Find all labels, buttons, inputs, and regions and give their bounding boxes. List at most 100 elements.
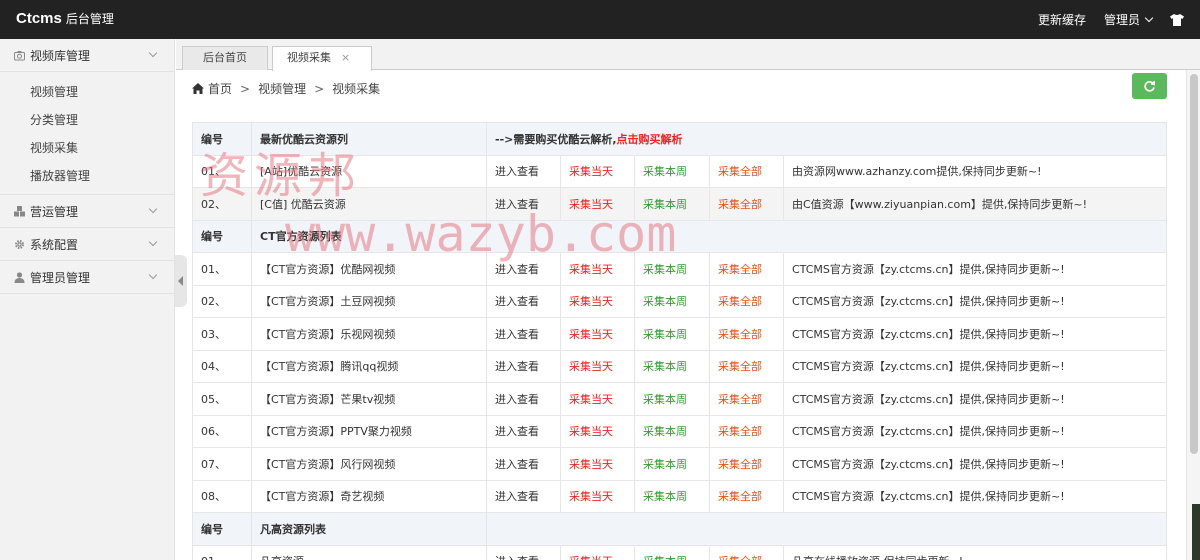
sidebar-section-video-library[interactable]: 视频库管理 xyxy=(0,39,174,72)
chevron-down-icon xyxy=(148,270,158,280)
collect-week-link[interactable]: 采集本周 xyxy=(634,382,710,416)
table-group-header: 编号 凡高资源列表 xyxy=(192,512,1167,546)
collect-all-link[interactable]: 采集全部 xyxy=(709,154,784,188)
theme-shirt-icon[interactable] xyxy=(1170,13,1184,26)
sidebar-collapse-toggle[interactable] xyxy=(175,255,187,307)
sidebar-section-label: 管理员管理 xyxy=(30,270,91,285)
collect-today-link[interactable]: 采集当天 xyxy=(560,479,635,513)
collect-today-link[interactable]: 采集当天 xyxy=(560,317,635,351)
collect-week-link[interactable]: 采集本周 xyxy=(634,252,710,286)
sidebar-section-system-config[interactable]: 系统配置 xyxy=(0,228,174,261)
collect-all-link[interactable]: 采集全部 xyxy=(709,382,784,416)
view-link[interactable]: 进入查看 xyxy=(486,414,561,448)
source-name: 【CT官方资源】风行网视频 xyxy=(251,447,487,481)
sidebar-item-video-manage[interactable]: 视频管理 xyxy=(0,78,174,106)
row-id: 01、 xyxy=(192,252,252,286)
status-indicator xyxy=(1192,504,1200,560)
scrollbar-thumb[interactable] xyxy=(1190,74,1198,454)
collect-today-link[interactable]: 采集当天 xyxy=(560,349,635,383)
view-link[interactable]: 进入查看 xyxy=(486,252,561,286)
collect-all-link[interactable]: 采集全部 xyxy=(709,252,784,286)
breadcrumb-video-manage[interactable]: 视频管理 xyxy=(258,80,306,97)
collect-today-link[interactable]: 采集当天 xyxy=(560,252,635,286)
view-link[interactable]: 进入查看 xyxy=(486,382,561,416)
row-id: 04、 xyxy=(192,349,252,383)
collect-week-link[interactable]: 采集本周 xyxy=(634,544,710,560)
tab-video-collect[interactable]: 视频采集 × xyxy=(272,46,372,71)
tab-label: 视频采集 xyxy=(287,51,331,64)
collect-all-link[interactable]: 采集全部 xyxy=(709,349,784,383)
sidebar-item-player-manage[interactable]: 播放器管理 xyxy=(0,162,174,190)
view-link[interactable]: 进入查看 xyxy=(486,317,561,351)
app-logo[interactable]: Ctcms 后台管理 xyxy=(16,10,114,27)
column-header-id: 编号 xyxy=(192,512,252,546)
collect-week-link[interactable]: 采集本周 xyxy=(634,447,710,481)
refresh-cache-link[interactable]: 更新缓存 xyxy=(1038,11,1086,28)
source-name: [C值] 优酷云资源 xyxy=(251,187,487,221)
collect-all-link[interactable]: 采集全部 xyxy=(709,544,784,560)
collect-today-link[interactable]: 采集当天 xyxy=(560,414,635,448)
row-id: 01、 xyxy=(192,544,252,560)
collect-week-link[interactable]: 采集本周 xyxy=(634,317,710,351)
collect-today-link[interactable]: 采集当天 xyxy=(560,544,635,560)
sidebar-item-category-manage[interactable]: 分类管理 xyxy=(0,106,174,134)
table-row: 01、凡高资源进入查看采集当天采集本周采集全部凡高在线播放资源,保持同步更新~! xyxy=(192,544,1167,560)
collect-source-table: 编号 最新优酷云资源列 -->需要购买优酷云解析,点击购买解析 01、 [A站]优酷云资… xyxy=(192,122,1167,560)
view-link[interactable]: 进入查看 xyxy=(486,187,561,221)
collect-all-link[interactable]: 采集全部 xyxy=(709,187,784,221)
collect-all-link[interactable]: 采集全部 xyxy=(709,414,784,448)
collect-week-link[interactable]: 采集本周 xyxy=(634,349,710,383)
group-title: CT官方资源列表 xyxy=(251,219,487,253)
tab-dashboard[interactable]: 后台首页 xyxy=(182,46,268,70)
collect-all-link[interactable]: 采集全部 xyxy=(709,447,784,481)
source-description: CTCMS官方资源【zy.ctcms.cn】提供,保持同步更新~! xyxy=(783,252,1167,286)
group-note xyxy=(486,219,1167,253)
collect-all-link[interactable]: 采集全部 xyxy=(709,317,784,351)
refresh-button[interactable] xyxy=(1132,73,1167,99)
collect-week-link[interactable]: 采集本周 xyxy=(634,284,710,318)
collect-today-link[interactable]: 采集当天 xyxy=(560,154,635,188)
admin-menu[interactable]: 管理员 xyxy=(1104,11,1154,28)
collect-today-link[interactable]: 采集当天 xyxy=(560,284,635,318)
view-link[interactable]: 进入查看 xyxy=(486,284,561,318)
sidebar-section-label: 系统配置 xyxy=(30,237,79,252)
collect-week-link[interactable]: 采集本周 xyxy=(634,414,710,448)
sidebar-section-operations[interactable]: 营运管理 xyxy=(0,195,174,228)
app-logo-subtitle: 后台管理 xyxy=(65,12,114,26)
row-id: 03、 xyxy=(192,317,252,351)
row-id: 02、 xyxy=(192,284,252,318)
collect-all-link[interactable]: 采集全部 xyxy=(709,284,784,318)
column-header-id: 编号 xyxy=(192,219,252,253)
sidebar-item-video-collect[interactable]: 视频采集 xyxy=(0,134,174,162)
close-icon[interactable]: × xyxy=(341,51,350,64)
source-name: 【CT官方资源】奇艺视频 xyxy=(251,479,487,513)
breadcrumb: 首页 > 视频管理 > 视频采集 xyxy=(192,80,380,97)
table-row: 05、 【CT官方资源】芒果tv视频 进入查看 采集当天 采集本周 采集全部 CTCMS官方… xyxy=(192,382,1167,416)
buy-parse-link[interactable]: 点击购买解析 xyxy=(617,133,683,146)
source-name: [A站]优酷云资源 xyxy=(251,154,487,188)
view-link[interactable]: 进入查看 xyxy=(486,154,561,188)
collect-week-link[interactable]: 采集本周 xyxy=(634,154,710,188)
collect-week-link[interactable]: 采集本周 xyxy=(634,187,710,221)
table-group-header: 编号 最新优酷云资源列 -->需要购买优酷云解析,点击购买解析 xyxy=(192,122,1167,156)
sidebar-section-label: 营运管理 xyxy=(30,204,79,219)
breadcrumb-home[interactable]: 首页 xyxy=(208,80,232,97)
sidebar-section-admin-manage[interactable]: 管理员管理 xyxy=(0,261,174,294)
collect-week-link[interactable]: 采集本周 xyxy=(634,479,710,513)
collect-all-link[interactable]: 采集全部 xyxy=(709,479,784,513)
source-name: 【CT官方资源】PPTV聚力视频 xyxy=(251,414,487,448)
collect-today-link[interactable]: 采集当天 xyxy=(560,382,635,416)
source-description: CTCMS官方资源【zy.ctcms.cn】提供,保持同步更新~! xyxy=(783,414,1167,448)
view-link[interactable]: 进入查看 xyxy=(486,479,561,513)
view-link[interactable]: 进入查看 xyxy=(486,544,561,560)
group-note-text: -->需要购买优酷云解析, xyxy=(495,132,617,146)
source-name: 凡高资源 xyxy=(251,544,487,560)
camera-icon xyxy=(14,50,25,60)
view-link[interactable]: 进入查看 xyxy=(486,349,561,383)
cubes-icon xyxy=(14,205,25,216)
page-scrollbar[interactable] xyxy=(1186,70,1200,560)
source-name: 【CT官方资源】优酷网视频 xyxy=(251,252,487,286)
view-link[interactable]: 进入查看 xyxy=(486,447,561,481)
collect-today-link[interactable]: 采集当天 xyxy=(560,187,635,221)
collect-today-link[interactable]: 采集当天 xyxy=(560,447,635,481)
